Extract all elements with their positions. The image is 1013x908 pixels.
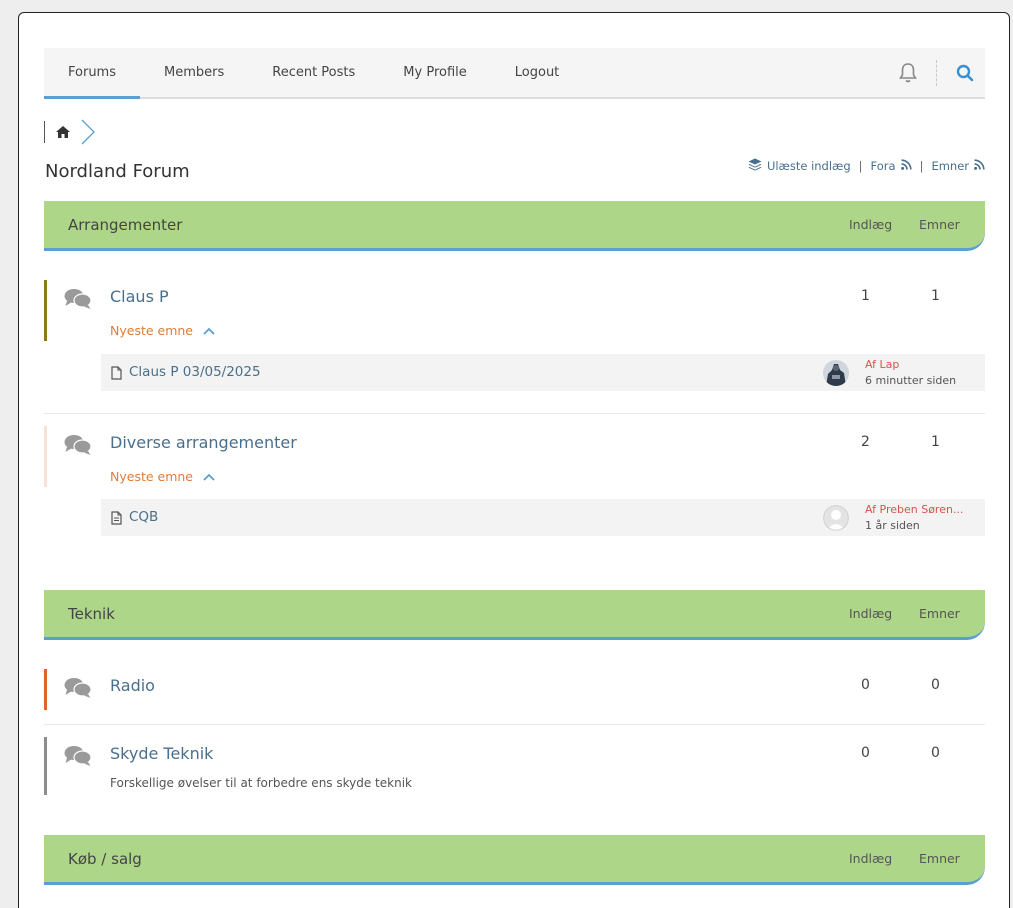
page-title: Nordland Forum <box>45 161 190 182</box>
rss-icon[interactable] <box>900 159 912 173</box>
nav-my-profile[interactable]: My Profile <box>379 48 490 97</box>
title-row: Nordland Forum Ulæste indlæg | Fora | Em… <box>44 151 985 191</box>
category-title[interactable]: Arrangementer <box>68 216 182 234</box>
latest-post-time: 1 år siden <box>865 519 920 532</box>
nav-separator <box>936 59 937 86</box>
category-header-arrangementer: Arrangementer Indlæg Emner <box>44 201 985 251</box>
forum-list-teknik: Radio 0 0 Skyde Teknik 0 0 Forskellige ø… <box>44 640 985 835</box>
topics-column-header: Emner <box>919 217 960 232</box>
feed-separator: | <box>858 159 863 173</box>
latest-topic-link[interactable]: CQB <box>129 509 158 525</box>
forum-title-skyde-teknik[interactable]: Skyde Teknik <box>110 744 213 763</box>
latest-author-link[interactable]: Af Preben Søren... <box>865 503 963 516</box>
category-title[interactable]: Køb / salg <box>68 850 142 868</box>
top-navigation: Forums Members Recent Posts My Profile L… <box>44 48 985 99</box>
breadcrumb-edge <box>44 121 45 143</box>
forum-title-claus-p[interactable]: Claus P <box>110 287 169 306</box>
avatar[interactable] <box>823 505 849 531</box>
forum-topic-count: 0 <box>931 677 940 693</box>
forum-page: Forums Members Recent Posts My Profile L… <box>18 12 1010 908</box>
unread-posts-link[interactable]: Ulæste indlæg <box>767 159 851 173</box>
latest-topic-row: Claus P 03/05/2025 Af Lap 6 minutter sid… <box>101 354 985 391</box>
forum-divider <box>44 724 985 725</box>
forum-post-count: 0 <box>861 677 870 693</box>
posts-column-header: Indlæg <box>849 851 893 866</box>
category-header-teknik: Teknik Indlæg Emner <box>44 590 985 640</box>
forum-post-count: 0 <box>861 745 870 761</box>
breadcrumb <box>44 119 100 145</box>
layers-icon <box>748 158 762 174</box>
newest-topic-label: Nyeste emne <box>110 469 193 484</box>
chevron-up-icon <box>203 469 215 484</box>
latest-topic-link[interactable]: Claus P 03/05/2025 <box>129 364 261 380</box>
nav-forums[interactable]: Forums <box>44 48 140 99</box>
comments-icon <box>64 288 92 314</box>
forum-color-bar <box>44 426 47 487</box>
forum-color-bar <box>44 737 47 795</box>
search-icon[interactable] <box>945 55 985 91</box>
document-icon <box>111 510 122 529</box>
forum-topic-count: 1 <box>931 434 940 450</box>
comments-icon <box>64 434 92 460</box>
forum-post-count: 2 <box>861 434 870 450</box>
bell-icon[interactable] <box>888 55 928 91</box>
feed-links: Ulæste indlæg | Fora | Emner <box>748 158 985 174</box>
category-title[interactable]: Teknik <box>68 605 115 623</box>
newest-topic-toggle[interactable]: Nyeste emne <box>110 469 215 484</box>
topics-feed-link[interactable]: Emner <box>931 159 969 173</box>
forum-topic-count: 0 <box>931 745 940 761</box>
document-icon <box>111 365 122 384</box>
posts-column-header: Indlæg <box>849 217 893 232</box>
latest-post-time: 6 minutter siden <box>865 374 957 387</box>
page-inner: Forums Members Recent Posts My Profile L… <box>44 48 985 885</box>
forum-color-bar <box>44 669 47 710</box>
nav-members[interactable]: Members <box>140 48 248 97</box>
forum-color-bar <box>44 280 47 341</box>
newest-topic-toggle[interactable]: Nyeste emne <box>110 323 215 338</box>
nav-recent-posts[interactable]: Recent Posts <box>248 48 379 97</box>
avatar[interactable] <box>823 360 849 386</box>
forum-post-count: 1 <box>861 288 870 304</box>
chevron-up-icon <box>203 323 215 338</box>
topics-column-header: Emner <box>919 606 960 621</box>
forum-description: Forskellige øvelser til at forbedre ens … <box>110 776 412 790</box>
forum-title-diverse-arrangementer[interactable]: Diverse arrangementer <box>110 433 297 452</box>
topics-column-header: Emner <box>919 851 960 866</box>
forum-divider <box>44 413 985 414</box>
newest-topic-label: Nyeste emne <box>110 323 193 338</box>
latest-topic-row: CQB Af Preben Søren... 1 år siden <box>101 499 985 536</box>
forum-topic-count: 1 <box>931 288 940 304</box>
forum-list-arrangementer: Claus P 1 1 Nyeste emne Claus P 03/05/20… <box>44 251 985 590</box>
breadcrumb-chevron-icon <box>80 119 96 149</box>
rss-icon[interactable] <box>974 159 985 173</box>
comments-icon <box>64 745 92 771</box>
nav-logout[interactable]: Logout <box>491 48 584 97</box>
latest-author-link[interactable]: Af Lap <box>865 358 899 371</box>
nav-tools <box>888 48 985 97</box>
forums-feed-link[interactable]: Fora <box>871 159 896 173</box>
category-header-kob-salg: Køb / salg Indlæg Emner <box>44 835 985 885</box>
home-icon[interactable] <box>55 124 71 143</box>
feed-separator: | <box>919 159 924 173</box>
posts-column-header: Indlæg <box>849 606 893 621</box>
comments-icon <box>64 677 92 703</box>
forum-title-radio[interactable]: Radio <box>110 676 155 695</box>
